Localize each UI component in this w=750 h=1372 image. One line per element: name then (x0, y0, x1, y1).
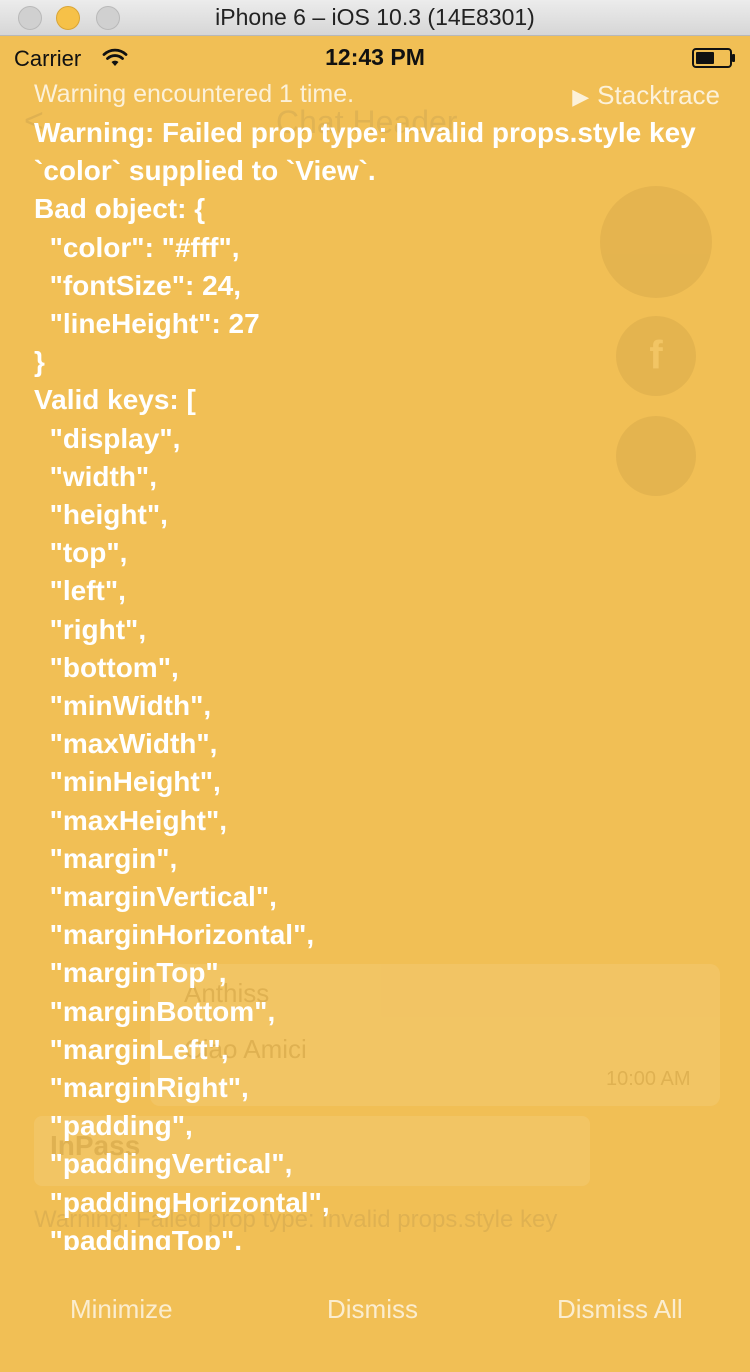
warning-action-bar: Minimize Dismiss Dismiss All (0, 1280, 750, 1344)
play-icon: ▶ (572, 84, 590, 109)
simulator-screen: iPhone 6 – iOS 10.3 (14E8301) Carrier 12… (0, 0, 750, 1372)
warning-scroll-view[interactable]: Warning: Failed prop type: Invalid props… (34, 114, 734, 1250)
window-title: iPhone 6 – iOS 10.3 (14E8301) (215, 4, 535, 30)
stacktrace-label: Stacktrace (597, 80, 720, 110)
warning-count: Warning encountered 1 time. (34, 80, 355, 108)
battery-icon (692, 48, 735, 68)
status-bar: Carrier 12:43 PM (0, 36, 750, 80)
stacktrace-button[interactable]: ▶ Stacktrace (572, 80, 720, 111)
dismiss-button[interactable]: Dismiss (327, 1294, 418, 1325)
minimize-button[interactable]: Minimize (70, 1294, 173, 1325)
warning-message: Warning: Failed prop type: Invalid props… (34, 117, 696, 1250)
dismiss-all-button[interactable]: Dismiss All (557, 1294, 683, 1325)
status-time: 12:43 PM (325, 44, 425, 70)
simulator-title-bar: iPhone 6 – iOS 10.3 (14E8301) (0, 0, 750, 36)
